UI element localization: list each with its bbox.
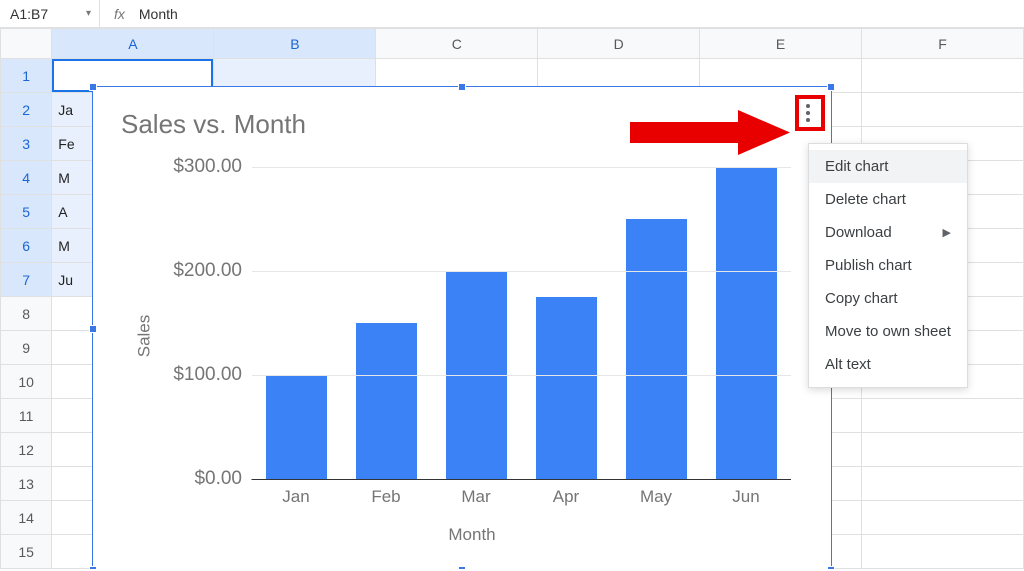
menu-item[interactable]: Move to own sheet xyxy=(809,315,967,348)
row-header[interactable]: 2 xyxy=(1,93,52,127)
row-header[interactable]: 1 xyxy=(1,59,52,93)
row-header[interactable]: 12 xyxy=(1,433,52,467)
menu-item-label: Publish chart xyxy=(825,257,912,274)
select-all-corner[interactable] xyxy=(1,29,52,59)
x-axis-label: Month xyxy=(133,525,811,545)
cell[interactable] xyxy=(862,433,1024,467)
column-headers: ABCDEF xyxy=(1,29,1024,59)
resize-handle[interactable] xyxy=(827,83,835,91)
column-header[interactable]: E xyxy=(700,29,862,59)
x-tick-label: Jun xyxy=(701,487,791,507)
menu-item[interactable]: Edit chart xyxy=(809,150,967,183)
cell[interactable] xyxy=(862,535,1024,569)
resize-handle[interactable] xyxy=(458,83,466,91)
row-header[interactable]: 9 xyxy=(1,331,52,365)
menu-item-label: Move to own sheet xyxy=(825,323,951,340)
gridline xyxy=(252,375,791,376)
y-tick-label: $300.00 xyxy=(173,156,242,178)
bar xyxy=(716,167,777,479)
menu-item-label: Copy chart xyxy=(825,290,898,307)
resize-handle[interactable] xyxy=(827,566,835,569)
row-header[interactable]: 7 xyxy=(1,263,52,297)
menu-item-label: Download xyxy=(825,224,892,241)
cell-reference: A1:B7 xyxy=(10,6,48,22)
x-tick-label: May xyxy=(611,487,701,507)
column-header[interactable]: B xyxy=(214,29,376,59)
menu-item-label: Alt text xyxy=(825,356,871,373)
row-header[interactable]: 14 xyxy=(1,501,52,535)
y-axis-label: Sales xyxy=(134,315,154,358)
menu-item-label: Edit chart xyxy=(825,158,888,175)
cell[interactable] xyxy=(862,467,1024,501)
x-tick-label: Feb xyxy=(341,487,431,507)
row-header[interactable]: 4 xyxy=(1,161,52,195)
menu-item[interactable]: Publish chart xyxy=(809,249,967,282)
row-header[interactable]: 8 xyxy=(1,297,52,331)
plot-region: $0.00$100.00$200.00$300.00 xyxy=(251,167,791,480)
formula-bar: A1:B7 fx Month xyxy=(0,0,1024,28)
column-header[interactable]: D xyxy=(538,29,700,59)
resize-handle[interactable] xyxy=(89,566,97,569)
y-tick-label: $0.00 xyxy=(194,468,242,490)
column-header[interactable]: C xyxy=(376,29,538,59)
cell[interactable] xyxy=(862,93,1024,127)
menu-item[interactable]: Delete chart xyxy=(809,183,967,216)
x-axis: JanFebMarAprMayJun xyxy=(251,487,791,507)
bar xyxy=(536,297,597,479)
name-box[interactable]: A1:B7 xyxy=(0,0,100,27)
spreadsheet-grid[interactable]: ABCDEF 12Ja3Fe4M5A6M7Ju89101112131415 Sa… xyxy=(0,28,1024,569)
chart-context-menu: Edit chart Delete chart Download ▶ Publish c… xyxy=(808,143,968,388)
bar xyxy=(356,323,417,479)
menu-item[interactable]: Download ▶ xyxy=(809,216,967,249)
x-tick-label: Mar xyxy=(431,487,521,507)
row-header[interactable]: 6 xyxy=(1,229,52,263)
row-header[interactable]: 11 xyxy=(1,399,52,433)
cell[interactable] xyxy=(862,501,1024,535)
row-header[interactable]: 5 xyxy=(1,195,52,229)
gridline xyxy=(252,167,791,168)
bar xyxy=(626,219,687,479)
chart-object[interactable]: Sales vs. Month Sales $0.00$100.00$200.0… xyxy=(92,86,832,569)
x-tick-label: Apr xyxy=(521,487,611,507)
fx-label: fx xyxy=(100,6,139,22)
resize-handle[interactable] xyxy=(89,83,97,91)
chevron-right-icon: ▶ xyxy=(943,226,951,239)
row-header[interactable]: 13 xyxy=(1,467,52,501)
cell[interactable] xyxy=(862,399,1024,433)
x-tick-label: Jan xyxy=(251,487,341,507)
row-header[interactable]: 3 xyxy=(1,127,52,161)
column-header[interactable]: A xyxy=(52,29,214,59)
resize-handle[interactable] xyxy=(458,566,466,569)
bar xyxy=(266,375,327,479)
cell[interactable] xyxy=(862,59,1024,93)
column-header[interactable]: F xyxy=(862,29,1024,59)
gridline xyxy=(252,271,791,272)
chart-menu-button[interactable] xyxy=(799,101,817,125)
menu-item-label: Delete chart xyxy=(825,191,906,208)
menu-item[interactable]: Alt text xyxy=(809,348,967,381)
y-tick-label: $200.00 xyxy=(173,260,242,282)
resize-handle[interactable] xyxy=(89,325,97,333)
row-header[interactable]: 15 xyxy=(1,535,52,569)
y-tick-label: $100.00 xyxy=(173,364,242,386)
formula-input[interactable]: Month xyxy=(139,6,178,22)
chart-title: Sales vs. Month xyxy=(93,87,831,140)
menu-item[interactable]: Copy chart xyxy=(809,282,967,315)
chart-plot-area: Sales $0.00$100.00$200.00$300.00 JanFebM… xyxy=(133,157,811,515)
row-header[interactable]: 10 xyxy=(1,365,52,399)
